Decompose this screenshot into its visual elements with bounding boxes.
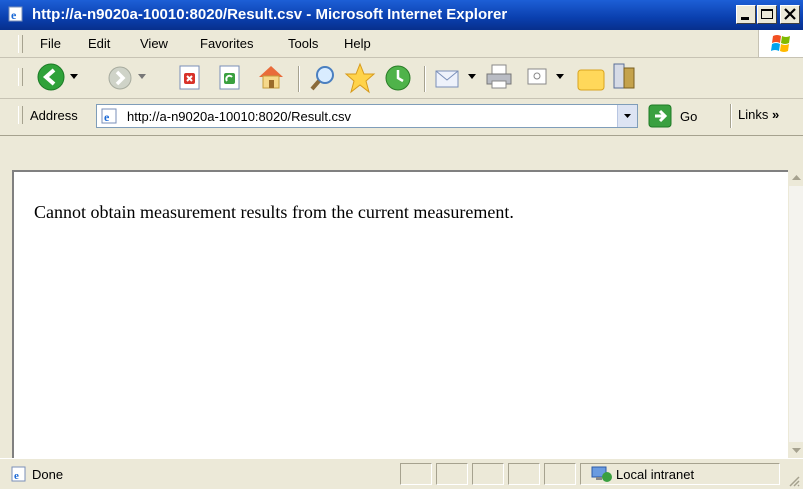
back-dropdown[interactable] — [70, 74, 78, 80]
menu-edit[interactable]: Edit — [88, 36, 110, 51]
browser-window: e http://a-n9020a-10010:8020/Result.csv … — [0, 0, 803, 489]
toolbar-separator — [424, 66, 426, 92]
edit-icon — [527, 68, 547, 85]
chevron-down-icon — [792, 448, 801, 453]
go-arrow-icon — [648, 104, 672, 128]
menu-tools[interactable]: Tools — [288, 36, 318, 51]
folder-icon — [577, 69, 605, 91]
address-dropdown-button[interactable] — [617, 105, 637, 127]
chevron-up-icon — [792, 175, 801, 180]
stop-button[interactable] — [178, 65, 202, 91]
edit-dropdown[interactable] — [556, 74, 564, 80]
windows-logo — [758, 30, 803, 57]
go-label: Go — [680, 109, 698, 124]
menu-favorites[interactable]: Favorites — [200, 36, 253, 51]
links-button[interactable]: Links » — [738, 107, 779, 122]
maximize-icon — [761, 9, 773, 19]
home-button[interactable] — [256, 63, 286, 91]
page-icon: e — [101, 108, 117, 124]
standard-toolbar — [0, 58, 803, 99]
print-button[interactable] — [484, 63, 514, 91]
back-icon — [37, 63, 65, 91]
forward-dropdown[interactable] — [138, 74, 146, 80]
menu-bar: File Edit View Favorites Tools Help — [0, 30, 803, 58]
close-icon — [784, 8, 796, 20]
links-chevron-icon: » — [771, 107, 780, 122]
chevron-down-icon — [624, 114, 631, 118]
maximize-button[interactable] — [757, 5, 777, 24]
search-button[interactable] — [308, 63, 338, 93]
edit-button[interactable] — [526, 66, 550, 88]
discuss-button[interactable] — [576, 64, 606, 92]
content-left-frame — [0, 160, 12, 460]
dropdown-arrow-icon — [556, 74, 564, 79]
resize-grip-icon[interactable] — [788, 475, 800, 487]
stop-icon — [179, 65, 200, 90]
print-icon — [486, 64, 512, 89]
status-pane — [508, 463, 540, 485]
security-zone-text: Local intranet — [616, 467, 695, 482]
ie-page-icon: e — [8, 6, 23, 22]
address-input[interactable]: e http://a-n9020a-10010:8020/Result.csv — [96, 104, 638, 128]
status-text: Done — [32, 467, 64, 482]
mail-icon — [435, 70, 459, 88]
minimize-button[interactable] — [736, 5, 756, 24]
close-button[interactable] — [780, 5, 800, 24]
windows-flag-icon — [771, 35, 790, 52]
status-pane — [436, 463, 468, 485]
home-icon — [259, 66, 283, 89]
status-pane — [472, 463, 504, 485]
address-bar: Address e http://a-n9020a-10010:8020/Res… — [0, 99, 803, 136]
dropdown-arrow-icon — [138, 74, 146, 79]
messenger-icon — [613, 63, 635, 89]
status-bar: e Done Local intranet — [0, 458, 803, 489]
menu-help[interactable]: Help — [344, 36, 371, 51]
messenger-button[interactable] — [610, 62, 638, 92]
mail-dropdown[interactable] — [468, 74, 476, 80]
dropdown-arrow-icon — [70, 74, 78, 79]
favorites-button[interactable] — [344, 62, 376, 94]
status-pane — [544, 463, 576, 485]
refresh-icon — [219, 65, 240, 90]
title-bar[interactable]: e http://a-n9020a-10010:8020/Result.csv … — [0, 0, 803, 30]
history-button[interactable] — [384, 64, 412, 92]
mail-button[interactable] — [434, 64, 464, 92]
links-label: Links — [738, 107, 769, 122]
content-top-frame — [0, 136, 803, 170]
search-icon — [310, 66, 334, 91]
scroll-up-button[interactable] — [789, 170, 803, 186]
local-intranet-icon — [591, 466, 612, 482]
menu-grip[interactable] — [18, 35, 23, 53]
favorites-icon — [344, 62, 376, 94]
window-title: http://a-n9020a-10010:8020/Result.csv - … — [32, 6, 508, 23]
page-done-icon: e — [11, 466, 26, 482]
back-button[interactable] — [36, 62, 66, 92]
svg-text:e: e — [14, 470, 19, 482]
toolbar-grip[interactable] — [18, 68, 23, 86]
menu-view[interactable]: View — [140, 36, 168, 51]
svg-text:e: e — [11, 8, 17, 22]
page-message: Cannot obtain measurement results from t… — [34, 202, 514, 222]
history-icon — [385, 65, 411, 91]
page-content: Cannot obtain measurement results from t… — [12, 170, 788, 458]
refresh-button[interactable] — [218, 65, 242, 91]
minimize-icon — [741, 17, 749, 20]
address-url[interactable]: http://a-n9020a-10010:8020/Result.csv — [127, 109, 351, 124]
status-pane — [400, 463, 432, 485]
go-button[interactable]: Go — [648, 104, 708, 128]
address-label: Address — [30, 108, 78, 123]
scroll-down-button[interactable] — [789, 442, 803, 458]
toolbar-separator — [298, 66, 300, 92]
forward-button[interactable] — [108, 66, 132, 90]
address-grip[interactable] — [18, 106, 23, 124]
vertical-scrollbar[interactable] — [788, 170, 803, 458]
dropdown-arrow-icon — [468, 74, 476, 79]
svg-text:e: e — [104, 110, 110, 124]
menu-file[interactable]: File — [40, 36, 61, 51]
forward-icon — [108, 66, 132, 90]
links-separator — [730, 104, 732, 128]
